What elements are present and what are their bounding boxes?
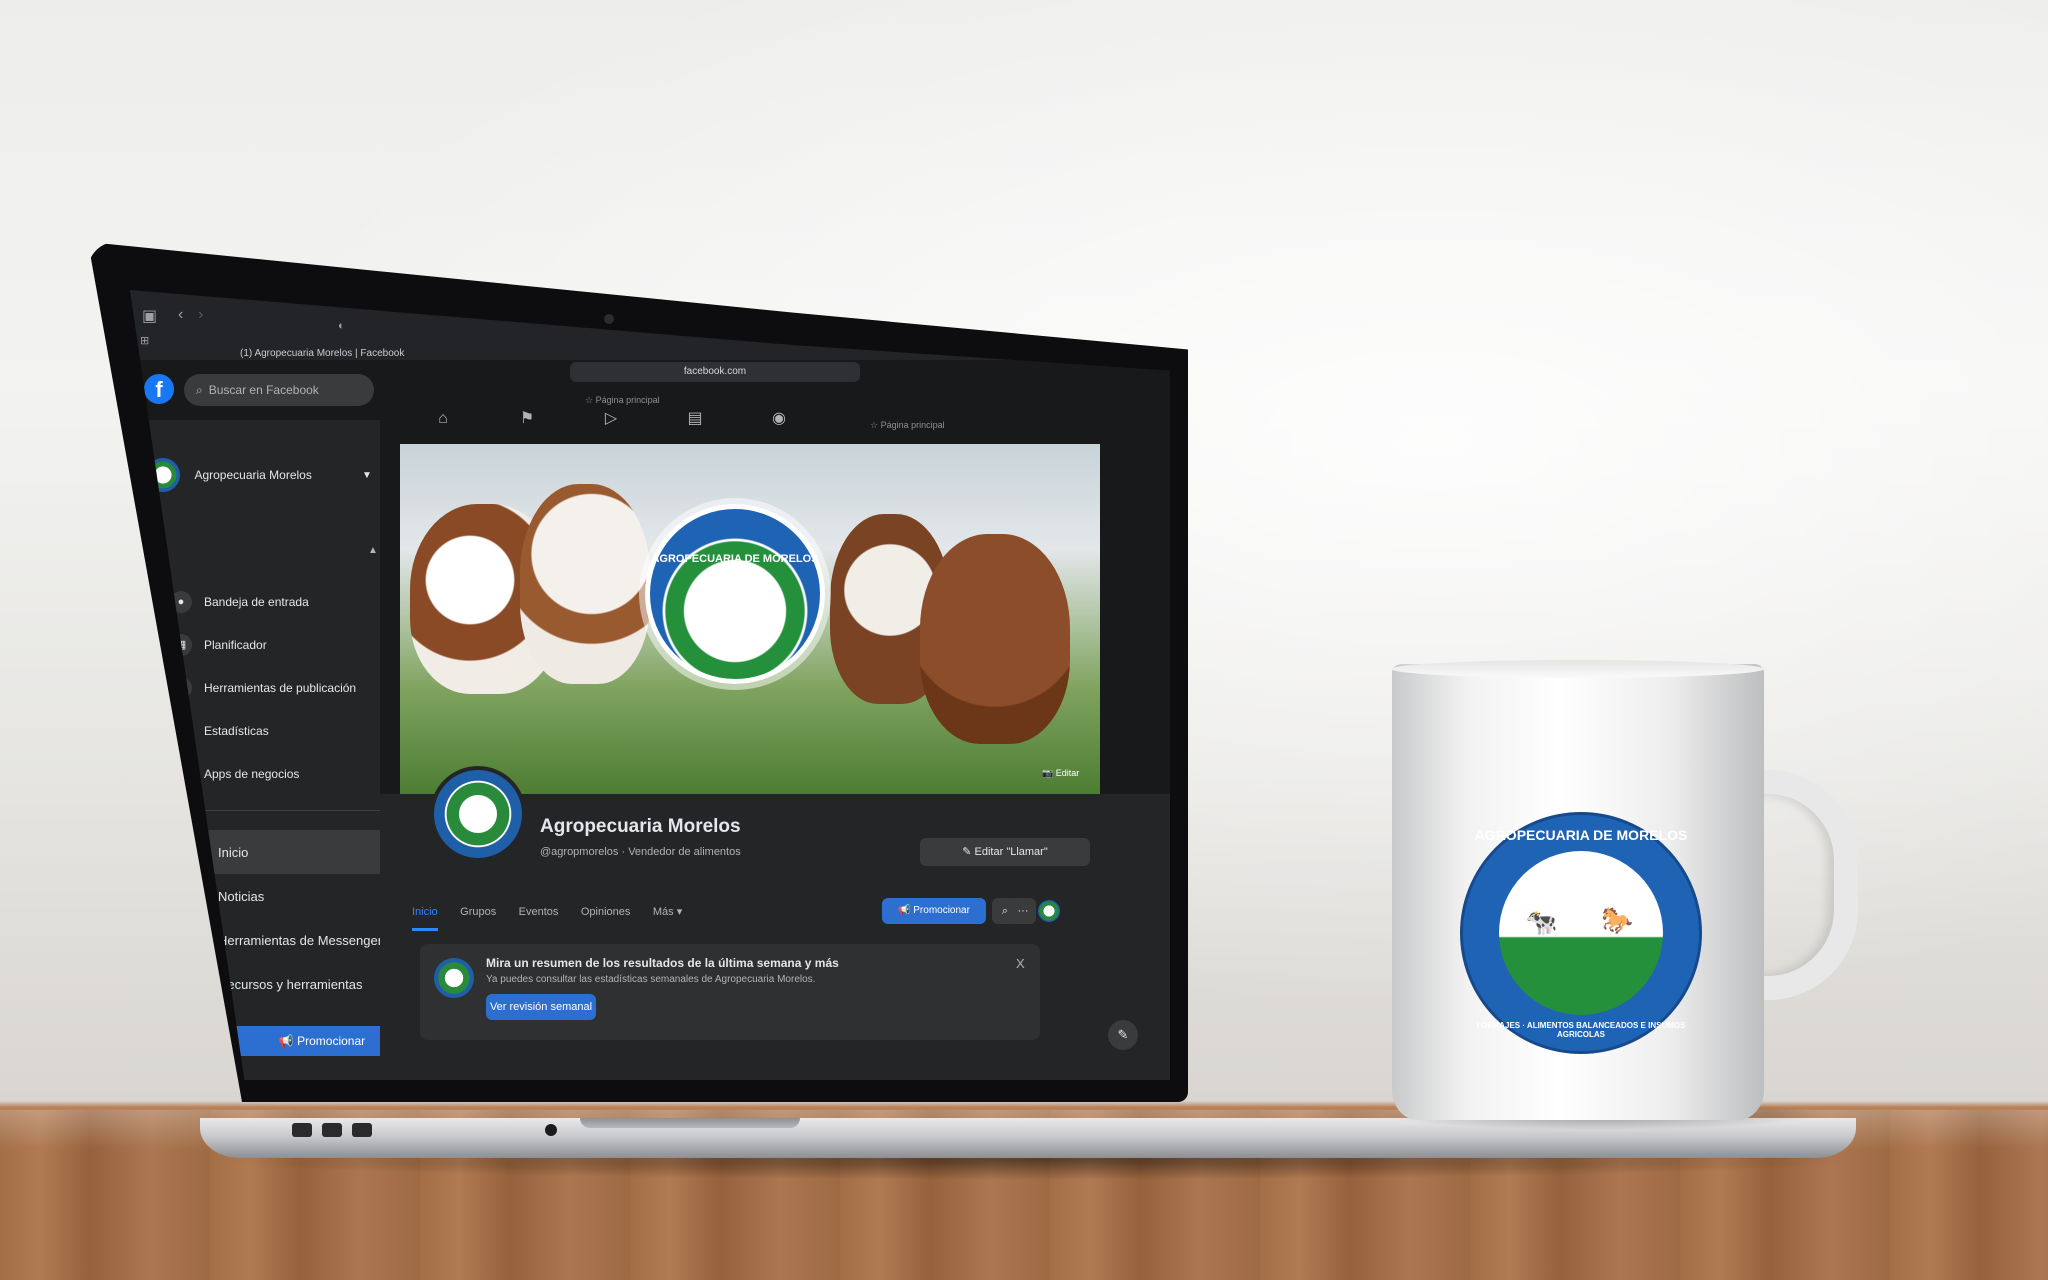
profile-avatar[interactable] [430,766,526,862]
main-nav: ⌂ ⚑ ▷ ▤ ◉ [430,408,850,428]
laptop-notch [580,1118,800,1128]
menu-item-bandeja[interactable]: ● Bandeja de entrada [170,580,356,623]
edit-call-button[interactable]: ✎ Editar "Llamar" [920,838,1090,866]
forward-icon[interactable]: › [198,306,203,324]
weekly-review-button[interactable]: Ver revisión semanal [486,994,596,1020]
more-options-icon[interactable]: ··· [1010,898,1036,924]
edit-cover-button[interactable]: 📷 Editar [1042,768,1079,779]
cow-image [920,534,1070,744]
video-icon[interactable]: ▷ [598,408,624,428]
facebook-logo[interactable]: f [144,374,174,404]
chevron-down-icon[interactable]: ▼ [362,470,372,481]
mug-logo-subtitle: FORRAJES · ALIMENTOS BALANCEADOS E INSUM… [1476,1021,1686,1039]
menu-item-estadisticas[interactable]: ⩘Estadísticas [170,709,356,752]
home-icon[interactable]: ⌂ [430,410,456,428]
search-placeholder: Buscar en Facebook [208,383,319,397]
menu-item-herramientas-publicacion[interactable]: ▣Herramientas de publicación [170,666,356,709]
profile-switcher-avatar[interactable] [1038,900,1060,922]
tab-inicio[interactable]: Inicio [412,906,438,931]
weekly-summary-card: Mira un resumen de los resultados de la … [420,944,1040,1040]
sidebar-item-label: Inicio [218,844,249,860]
sidebar-item-label: Noticias [218,888,265,904]
tab-mas[interactable]: Más ▾ [653,905,682,928]
tab-grupos[interactable]: Grupos [460,906,496,928]
browser-tab-title[interactable]: (1) Agropecuaria Morelos | Facebook [240,348,404,359]
laptop-ports [292,1123,382,1142]
horse-silhouette-icon: 🐎 [1601,905,1634,935]
usb-port [292,1123,312,1137]
usb-port [352,1123,372,1137]
bookmark-pagina-principal[interactable]: ☆ Página principal [585,395,660,406]
close-icon[interactable]: X [1016,956,1025,971]
groups-icon[interactable]: ◉ [766,408,792,428]
usb-port [322,1123,342,1137]
notice-title: Mira un resumen de los resultados de la … [486,956,839,970]
search-input[interactable]: ⌕ Buscar en Facebook [184,374,374,406]
mug-logo: AGROPECUARIA DE MORELOS 🐄 🐎 FORRAJES · A… [1460,812,1702,1054]
notice-body: Ya puedes consultar las estadísticas sem… [486,974,816,985]
compose-icon[interactable]: ✎ [1108,1020,1138,1050]
logo-inner-circle [1499,851,1663,1015]
page-handle: @agropmorelos · Vendedor de alimentos [540,846,741,858]
page-name: Agropecuaria Morelos [194,468,312,482]
chevron-up-icon[interactable]: ▲ [368,545,378,556]
tab-eventos[interactable]: Eventos [519,906,559,928]
page-switcher[interactable]: Agropecuaria Morelos [146,458,312,492]
profile-tabs: Inicio Grupos Eventos Opiniones Más ▾ [412,902,700,931]
headphone-jack [545,1124,557,1136]
tab-group-icon[interactable]: ⊞ [140,334,149,347]
marketplace-icon[interactable]: ▤ [682,408,708,428]
emblem-text: AGROPECUARIA DE MORELOS [651,553,819,566]
brand-emblem: AGROPECUARIA DE MORELOS [645,504,825,684]
bookmark-pagina-principal-2[interactable]: ☆ Página principal [870,420,945,431]
cow-silhouette-icon: 🐄 [1525,907,1558,937]
address-bar[interactable]: facebook.com [570,362,860,382]
page-title: Agropecuaria Morelos [540,816,741,837]
menu-item-label: Estadísticas [204,723,269,738]
cow-image [520,484,650,684]
menu-item-label: Herramientas de publicación [204,680,357,695]
menu-item-label: Bandeja de entrada [204,594,309,609]
mug-rim [1392,660,1764,678]
page-avatar [434,958,474,998]
sidebar-item-label: Recursos y herramientas [218,976,363,992]
webcam [604,314,614,324]
menu-item-label: Apps de negocios [204,766,300,781]
cover-photo: AGROPECUARIA DE MORELOS [400,444,1100,794]
tab-opiniones[interactable]: Opiniones [581,906,631,928]
menu-item-planificador[interactable]: ▦Planificador [170,623,356,666]
sidebar-item-label: Herramientas de Messenger [218,932,383,948]
search-icon: ⌕ [196,383,203,397]
menu-item-label: Planificador [204,637,267,652]
shield-icon[interactable]: ◐ [338,320,345,332]
back-icon[interactable]: ‹ [178,306,183,324]
promote-button[interactable]: 📢 Promocionar [882,898,986,924]
flag-icon[interactable]: ⚑ [514,408,540,428]
laptop-screen: ▣ ‹ › ⊞ ◐ (1) Agropecuaria Morelos | Fac… [130,290,1170,1080]
mug-logo-title: AGROPECUARIA DE MORELOS [1474,827,1688,843]
sidebar-toggle-icon[interactable]: ▣ [142,306,157,326]
